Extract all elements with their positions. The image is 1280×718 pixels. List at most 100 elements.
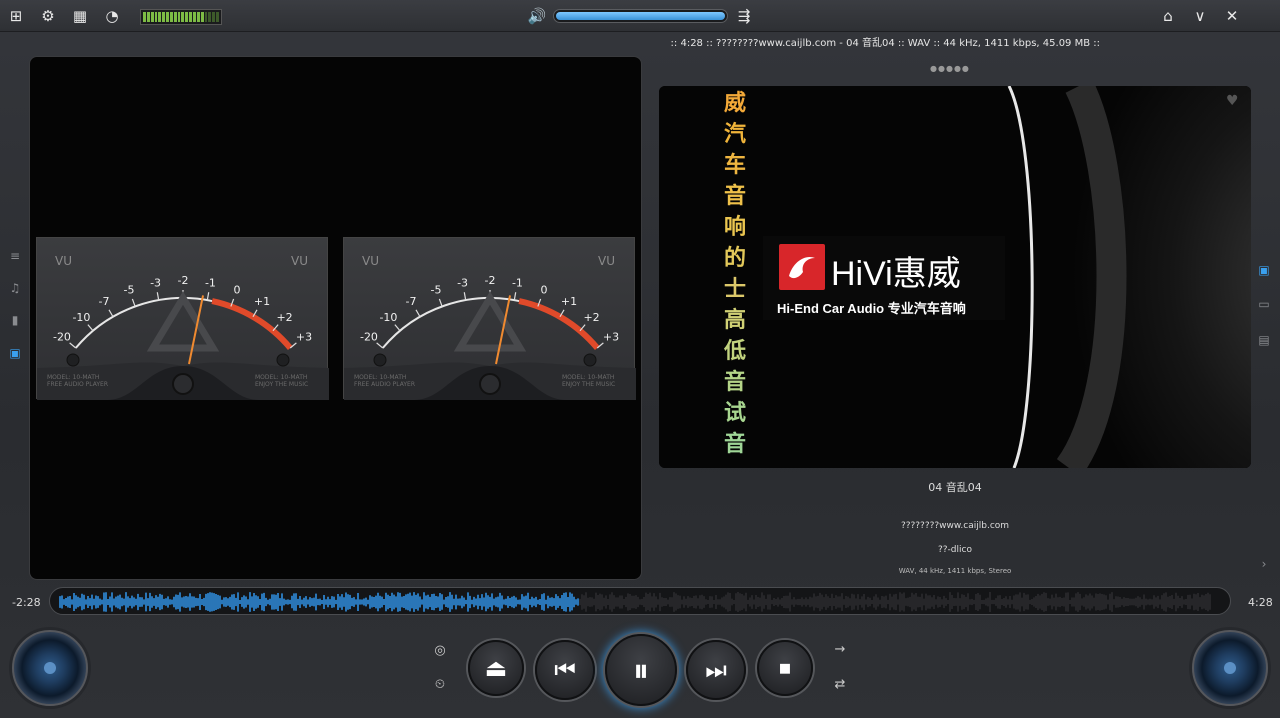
vu-red-zone [518,298,600,350]
hivi-brand-title: HiVi惠威 [831,255,961,293]
vu-logo-icon [453,291,527,352]
previous-button[interactable]: ⏮ [535,640,595,700]
vu-tick [376,342,384,349]
top-bar: ⊞ ⚙ ▦ ◔ 🔊 ⇶ ⌂ ∨ ✕ [0,0,1280,32]
caption-char: 试 [723,401,746,426]
caption-char: 音 [723,370,746,395]
next-button[interactable]: ⏭ [686,640,746,700]
caption-char: 车 [723,153,746,178]
vu-knob [479,373,501,395]
layout-icon[interactable]: ▦ [70,6,90,26]
caption-char: 音 [723,184,746,209]
elapsed-time: -2:28 [12,596,41,609]
vu-label-left: VU [55,254,72,268]
waveform [59,592,1211,612]
caption-char: 士 [723,277,746,302]
vu-tick [206,292,210,301]
grid-icon[interactable]: ⊞ [6,6,26,26]
hivi-logo-icon [779,244,825,290]
caption-char: 的 [723,246,746,271]
close-icon[interactable]: ✕ [1222,6,1242,26]
vu-logo-icon [146,291,220,352]
vu-tick [438,298,443,307]
vu-tick [415,309,421,318]
vu-screw [373,353,387,367]
vu-tick-label: -7 [99,295,110,308]
vu-tick-label: -20 [53,330,71,343]
vu-tick-label: -10 [72,311,90,324]
music-library-icon[interactable]: ♫ [7,280,23,296]
caption-char: 响 [723,215,746,240]
track-artist: ????????www.caijlb.com [900,521,1010,531]
hivi-banner: HiVi惠威 Hi-End Car Audio 专业汽车音响 [763,236,1005,320]
volume-icon[interactable]: 🔊 [527,6,547,26]
spectrum-icon[interactable]: ▮ [7,312,23,328]
vu-tick-label: -1 [205,276,216,289]
vu-tick-label: -3 [457,276,468,289]
vu-label-right: VU [291,254,308,268]
total-time: 4:28 [1248,596,1273,609]
vu-label-left: VU [362,254,379,268]
track-album: ??-dlico [938,545,972,555]
repeat-icon[interactable]: ⇄ [831,676,849,694]
visualizer-icon[interactable]: ▣ [7,345,23,361]
vu-tick-label: -2 [485,274,496,287]
caption-char: 音 [723,432,746,457]
vu-tick-label: -7 [406,295,417,308]
track-title: 04 音乱04 [928,481,982,494]
surround-icon[interactable]: ◎ [431,642,449,660]
vu-screw [66,353,80,367]
eject-button[interactable]: ⏏ [468,640,524,696]
right-speaker-icon [1192,630,1268,706]
next-icon: ⏭ [705,656,727,684]
mini-mode-icon[interactable]: ⌂ [1158,6,1178,26]
vu-arc [381,297,520,349]
vu-tick-label: +1 [254,295,270,308]
vu-tick [394,324,401,332]
vu-meter-right: -20 -10 -7 -5 -3 -2 -1 0 +1 +2 +3 VU VU MODEL: 10-… [343,237,636,400]
vu-tick [513,292,517,301]
chevron-right-icon[interactable]: › [1256,556,1272,572]
play-order-icon[interactable]: → [831,641,849,659]
vu-tick-label: +3 [296,330,312,343]
vu-tick-label: +1 [561,295,577,308]
vu-tick [69,342,77,349]
playlist-icon[interactable]: ≡ [7,248,23,264]
volume-slider[interactable] [553,9,728,23]
vu-label-right: VU [598,254,615,268]
vu-tick [108,309,114,318]
pause-button[interactable]: ⏸ [605,634,677,706]
caption-char: 威 [723,91,746,116]
sleep-timer-icon[interactable]: ⏲ [431,676,449,694]
visualizer-panel: -20 -10 -7 -5 -3 -2 -1 0 +1 +2 +3 VU VU MODEL: 10-… [29,56,642,580]
artist-info-icon[interactable]: ▣ [1256,262,1272,278]
mini-level-meter [140,9,222,25]
page-dots[interactable]: ●●●●● [930,64,970,73]
waveform-seekbar[interactable] [49,587,1231,615]
vu-tick-label: 0 [541,284,548,297]
vu-tick-label: -20 [360,330,378,343]
gear-icon[interactable]: ⚙ [38,6,58,26]
vu-tick-label: -5 [430,284,441,297]
album-info-icon[interactable]: ▭ [1256,296,1272,312]
volume-fill [556,12,725,20]
vu-knob [172,373,194,395]
vu-tick-label: -10 [379,311,397,324]
stop-icon: ⏹ [779,654,791,682]
stop-button[interactable]: ⏹ [757,640,813,696]
minimize-icon[interactable]: ∨ [1190,6,1210,26]
vu-tick-label: +3 [603,330,619,343]
lyrics-icon[interactable]: ▤ [1256,332,1272,348]
vu-meter-left: -20 -10 -7 -5 -3 -2 -1 0 +1 +2 +3 VU VU MODEL: 10-… [36,237,329,400]
vertical-caption: 威汽车音响的士高低音试音 [722,88,748,460]
favorite-heart-icon[interactable]: ♥ [1226,93,1239,109]
vu-footer-right: MODEL: 10-MATH ENJOY THE MUSIC [562,374,616,388]
vu-tick-label: -3 [150,276,161,289]
caption-char: 汽 [723,122,746,147]
palette-icon[interactable]: ◔ [102,6,122,26]
pause-icon: ⏸ [632,651,649,689]
vu-tick-label: 0 [234,284,241,297]
equalizer-icon[interactable]: ⇶ [734,6,754,26]
vu-tick-label: -2 [178,274,189,287]
vu-screw [583,353,597,367]
